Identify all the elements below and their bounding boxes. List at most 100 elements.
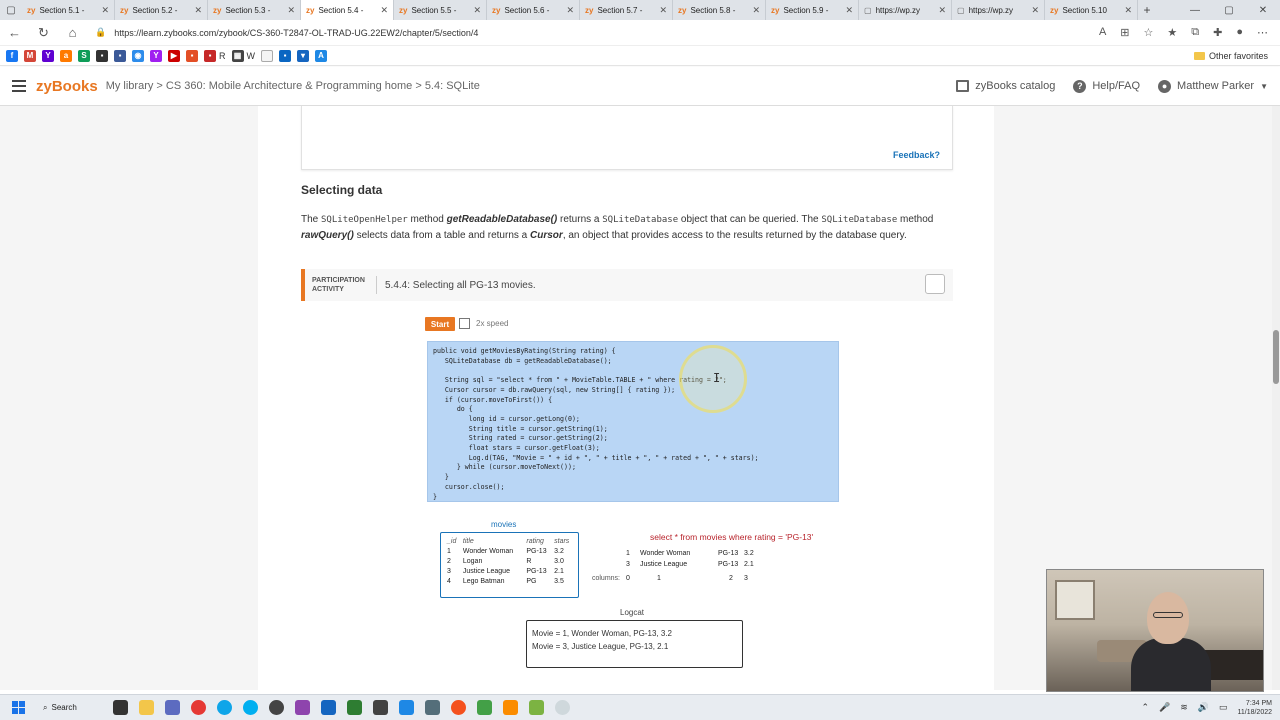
browser-tab[interactable]: zy Section 5.2 - ✕	[115, 0, 208, 20]
bookmark-doc-icon[interactable]	[261, 49, 273, 62]
bookmark-green-icon[interactable]: S	[78, 49, 90, 62]
close-tab-icon[interactable]: ✕	[1031, 5, 1039, 16]
zybooks-logo[interactable]: zyBooks	[36, 78, 98, 95]
home-icon[interactable]: ⌂	[58, 25, 87, 40]
breadcrumb[interactable]: My library > CS 360: Mobile Architecture…	[106, 80, 480, 92]
minimize-icon[interactable]: —	[1178, 0, 1212, 20]
taskbar-app3-icon[interactable]	[372, 700, 388, 715]
bookmark-r-icon[interactable]: ▪	[204, 49, 216, 62]
bookmark-w-label[interactable]: W	[247, 51, 256, 61]
catalog-link[interactable]: zyBooks catalog	[956, 80, 1055, 92]
taskbar-search[interactable]: ⌕ Search	[43, 703, 77, 713]
speed-checkbox[interactable]	[459, 318, 470, 329]
maximize-icon[interactable]: ▢	[1212, 0, 1246, 20]
taskbar-recorder-icon[interactable]	[554, 700, 570, 715]
page-scrollbar[interactable]	[1272, 106, 1280, 690]
taskbar-skype-icon[interactable]	[242, 700, 258, 715]
browser-tab[interactable]: zy Section 5.9 - ✕	[766, 0, 859, 20]
taskbar-app7-icon[interactable]	[528, 700, 544, 715]
browser-tab[interactable]: zy Section 5.5 - ✕	[394, 0, 487, 20]
close-tab-icon[interactable]: ✕	[566, 5, 574, 16]
new-tab-button[interactable]: +	[1138, 3, 1156, 17]
taskbar-vs-icon[interactable]	[294, 700, 310, 715]
clock[interactable]: 7:34 PM 11/18/2022	[1237, 699, 1272, 717]
close-tab-icon[interactable]: ✕	[752, 5, 760, 16]
close-tab-icon[interactable]: ✕	[380, 5, 388, 16]
mic-icon[interactable]: 🎤	[1159, 702, 1170, 713]
close-tab-icon[interactable]: ✕	[845, 5, 853, 16]
taskbar-app-icon[interactable]	[164, 700, 180, 715]
browser-tab[interactable]: ▢ https://wp.zy ✕	[859, 0, 952, 20]
taskbar-explorer-icon[interactable]	[138, 700, 154, 715]
bookmark-grid-icon[interactable]: ▦	[231, 49, 244, 62]
favorites-icon[interactable]: ★	[1167, 26, 1177, 39]
taskbar-excel-icon[interactable]	[346, 700, 362, 715]
close-tab-icon[interactable]: ✕	[473, 5, 481, 16]
favorite-star-icon[interactable]: ☆	[1144, 26, 1154, 39]
battery-icon[interactable]: ▭	[1219, 702, 1228, 713]
taskbar-word-icon[interactable]	[320, 700, 336, 715]
close-tab-icon[interactable]: ✕	[938, 5, 946, 16]
browser-tab[interactable]: zy Section 5.6 - ✕	[487, 0, 580, 20]
read-aloud-icon[interactable]: A	[1099, 26, 1106, 39]
speed-toggle[interactable]: 2x speed	[459, 318, 508, 329]
windows-start-icon[interactable]	[12, 701, 25, 714]
close-window-icon[interactable]: ✕	[1246, 0, 1280, 20]
help-link[interactable]: ? Help/FAQ	[1073, 79, 1140, 93]
collections-icon[interactable]: ⧉	[1191, 26, 1199, 39]
taskbar-edge-icon[interactable]	[216, 700, 232, 715]
bookmark-blue-icon[interactable]: ▪	[114, 49, 126, 62]
taskbar-app2-icon[interactable]	[268, 700, 284, 715]
bookmark-azure-icon[interactable]: A	[315, 49, 327, 62]
close-tab-icon[interactable]: ✕	[101, 5, 109, 16]
taskbar-app6-icon[interactable]	[502, 700, 518, 715]
refresh-icon[interactable]: ↻	[29, 25, 58, 41]
taskbar-chrome-icon[interactable]	[190, 700, 206, 715]
bookmark-r-label[interactable]: R	[219, 51, 226, 61]
taskbar-terminal-icon[interactable]	[112, 700, 128, 715]
browser-tab[interactable]: zy Section 5.4 - ✕	[301, 0, 394, 20]
bookmark-gmail-icon[interactable]: M	[24, 49, 36, 62]
taskbar-android-studio-icon[interactable]	[476, 700, 492, 715]
close-tab-icon[interactable]: ✕	[194, 5, 202, 16]
bookmark-purple-icon[interactable]: Y	[150, 49, 162, 62]
close-tab-icon[interactable]: ✕	[287, 5, 295, 16]
browser-tab[interactable]: zy Section 5.1 - ✕	[22, 0, 115, 20]
bookmark-amazon-icon[interactable]: a	[60, 49, 72, 62]
tab-title: https://wp.zy	[875, 5, 921, 15]
bookmark-yahoo-icon[interactable]: Y	[42, 49, 54, 62]
browser-tab[interactable]: ▢ https://wp.zy ✕	[952, 0, 1045, 20]
browser-tab[interactable]: zy Section 5.3 - ✕	[208, 0, 301, 20]
taskbar-app4-icon[interactable]	[424, 700, 440, 715]
wifi-icon[interactable]: ≋	[1180, 702, 1188, 713]
extensions-icon[interactable]: ✚	[1213, 26, 1222, 39]
back-icon[interactable]: ←	[0, 25, 29, 40]
browser-tab[interactable]: zy Section 5.7 - ✕	[580, 0, 673, 20]
profile-icon[interactable]: ●	[1236, 26, 1243, 39]
chevron-up-icon[interactable]: ⌃	[1141, 702, 1149, 713]
bookmark-red-icon[interactable]: ▶	[168, 49, 180, 62]
start-button[interactable]: Start	[425, 317, 455, 331]
tab-actions-icon[interactable]: ▢	[0, 0, 22, 20]
bookmark-linkedin-icon[interactable]: ▪	[279, 49, 291, 62]
other-favorites[interactable]: Other favorites	[1193, 51, 1268, 61]
taskbar-maps-icon[interactable]	[398, 700, 414, 715]
more-menu-icon[interactable]: ⋯	[1257, 26, 1268, 39]
browser-tab[interactable]: zy Section 5.8 - ✕	[673, 0, 766, 20]
taskbar-app5-icon[interactable]	[450, 700, 466, 715]
close-tab-icon[interactable]: ✕	[1124, 5, 1132, 16]
user-menu[interactable]: ● Matthew Parker ▼	[1158, 79, 1268, 93]
bookmark-globe-icon[interactable]: ◉	[132, 49, 144, 62]
hamburger-menu-icon[interactable]	[12, 80, 26, 92]
close-tab-icon[interactable]: ✕	[659, 5, 667, 16]
bookmark-shield-icon[interactable]: ▾	[297, 49, 309, 62]
feedback-link[interactable]: Feedback?	[893, 150, 940, 160]
bookmark-dark-icon[interactable]: ▪	[96, 49, 108, 62]
scrollbar-thumb[interactable]	[1273, 330, 1279, 384]
volume-icon[interactable]: 🔊	[1198, 702, 1209, 713]
url-field[interactable]: 🔒 https://learn.zybooks.com/zybook/CS-36…	[95, 23, 1099, 43]
browser-tab[interactable]: zy Section 5.10 ✕	[1045, 0, 1138, 20]
app-available-icon[interactable]: ⊞	[1120, 26, 1129, 39]
bookmark-orange-icon[interactable]: ▪	[186, 49, 198, 62]
bookmark-facebook-icon[interactable]: f	[6, 49, 18, 62]
